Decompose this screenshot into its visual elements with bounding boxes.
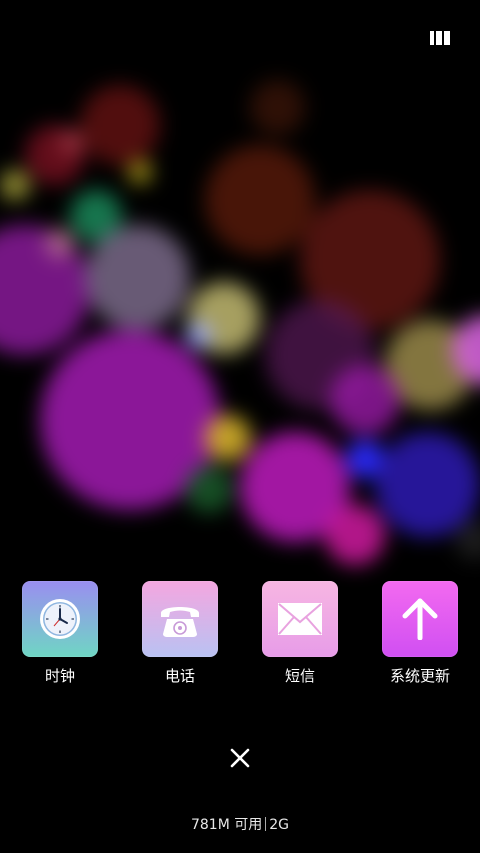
bokeh-circle (80, 85, 160, 165)
phone-icon (161, 607, 199, 637)
app-system-update[interactable]: 系统更新 (365, 581, 475, 685)
bokeh-circle (185, 465, 233, 513)
bokeh-circle (85, 225, 190, 330)
bokeh-circle (205, 145, 315, 255)
app-phone-tile[interactable] (142, 581, 218, 657)
app-system-update-tile[interactable] (382, 581, 458, 657)
envelope-icon (278, 603, 322, 635)
bokeh-circle (325, 505, 385, 565)
bokeh-circle (186, 322, 212, 348)
memory-total: 2G (269, 817, 290, 833)
bokeh-wallpaper (0, 0, 480, 853)
recent-apps-screen: 时钟 电话 短信 系统更新 781M 可用 2G (0, 0, 480, 853)
app-clock[interactable]: 时钟 (5, 581, 115, 685)
bokeh-circle (250, 80, 305, 135)
clock-icon (40, 599, 80, 639)
app-sms[interactable]: 短信 (245, 581, 355, 685)
app-phone-label: 电话 (164, 667, 195, 685)
memory-free: 781M 可用 (190, 817, 263, 833)
clear-all-button[interactable] (226, 744, 254, 772)
app-system-update-label: 系统更新 (389, 667, 450, 685)
bokeh-circle (375, 432, 480, 537)
bokeh-circle (0, 170, 30, 200)
bokeh-circle (205, 415, 251, 461)
bokeh-circle (45, 228, 75, 258)
bokeh-circle (60, 130, 84, 154)
app-clock-tile[interactable] (22, 581, 98, 657)
app-sms-tile[interactable] (262, 581, 338, 657)
multi-window-button[interactable] (430, 30, 450, 46)
recent-apps-row: 时钟 电话 短信 系统更新 (0, 581, 480, 691)
app-phone[interactable]: 电话 (125, 581, 235, 685)
memory-status: 781M 可用 2G (0, 816, 480, 834)
app-clock-label: 时钟 (44, 667, 75, 685)
app-sms-label: 短信 (284, 667, 315, 685)
close-icon (230, 748, 250, 768)
bokeh-circle (330, 365, 400, 435)
arrow-up-icon (402, 598, 438, 640)
bokeh-circle (128, 160, 152, 184)
memory-separator (265, 817, 267, 831)
